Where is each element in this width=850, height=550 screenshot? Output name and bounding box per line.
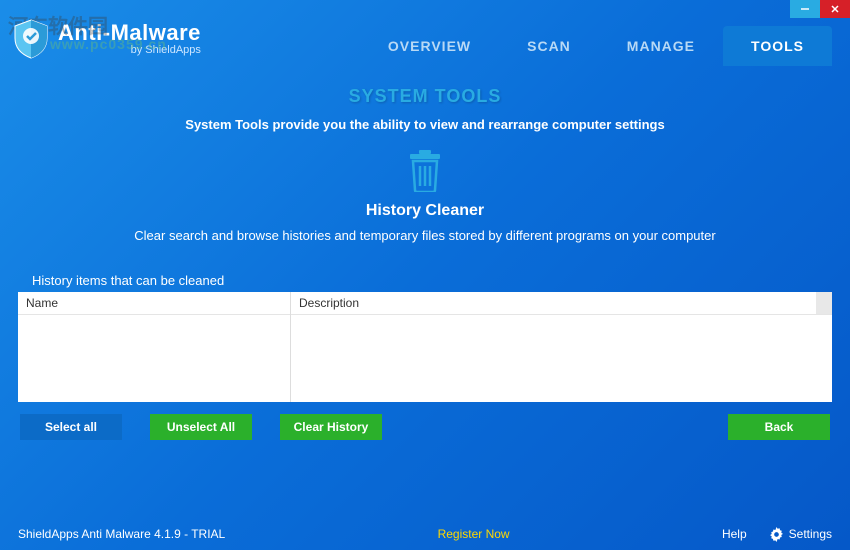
titlebar [0, 0, 850, 18]
unselect-all-button[interactable]: Unselect All [150, 414, 252, 440]
register-link[interactable]: Register Now [438, 527, 510, 541]
gear-icon [769, 527, 784, 542]
tool-description: Clear search and browse histories and te… [18, 228, 832, 243]
column-header-name[interactable]: Name [18, 292, 290, 315]
shield-logo-icon [10, 18, 52, 60]
main-content: SYSTEM TOOLS System Tools provide you th… [0, 86, 850, 440]
select-all-button[interactable]: Select all [20, 414, 122, 440]
tab-overview[interactable]: OVERVIEW [360, 26, 499, 66]
section-description: System Tools provide you the ability to … [18, 117, 832, 132]
back-button[interactable]: Back [728, 414, 830, 440]
tab-manage[interactable]: MANAGE [599, 26, 723, 66]
trash-icon [18, 150, 832, 192]
tool-title: History Cleaner [18, 202, 832, 220]
tab-scan[interactable]: SCAN [499, 26, 599, 66]
tab-tools[interactable]: TOOLS [723, 26, 832, 66]
close-button[interactable] [820, 0, 850, 18]
history-table[interactable]: Name Description [18, 292, 832, 402]
minimize-button[interactable] [790, 0, 820, 18]
button-row: Select all Unselect All Clear History Ba… [18, 414, 832, 440]
column-header-description[interactable]: Description [291, 292, 832, 315]
nav-tabs: OVERVIEW SCAN MANAGE TOOLS [201, 26, 850, 66]
help-link[interactable]: Help [722, 527, 747, 541]
list-label: History items that can be cleaned [32, 273, 832, 288]
settings-link[interactable]: Settings [769, 527, 832, 542]
logo-area: 河东软件园 www.pc0359.cn Anti-Malware by Shie… [10, 18, 201, 60]
section-title: SYSTEM TOOLS [18, 86, 832, 107]
clear-history-button[interactable]: Clear History [280, 414, 382, 440]
scrollbar[interactable] [816, 292, 832, 314]
header: 河东软件园 www.pc0359.cn Anti-Malware by Shie… [0, 18, 850, 78]
settings-label: Settings [789, 527, 832, 541]
brand-title: Anti-Malware [58, 20, 201, 46]
version-text: ShieldApps Anti Malware 4.1.9 - TRIAL [18, 527, 225, 541]
footer: ShieldApps Anti Malware 4.1.9 - TRIAL Re… [0, 518, 850, 550]
